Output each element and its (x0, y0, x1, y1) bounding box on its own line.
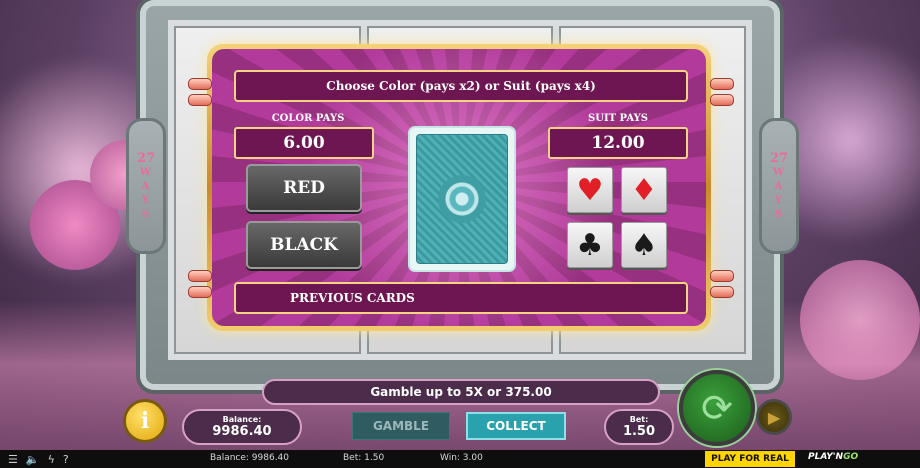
ways-indicator-left: 27 W A Y S (126, 118, 166, 254)
gamble-title: Choose Color (pays x2) or Suit (pays x4) (234, 70, 688, 102)
ways-count: 27 (769, 151, 789, 166)
ways-count: 27 (136, 151, 156, 166)
panel-stud (710, 286, 734, 298)
hearts-button[interactable]: ♥ (567, 167, 613, 213)
gamble-panel-inner: Choose Color (pays x2) or Suit (pays x4)… (212, 49, 706, 326)
spin-button[interactable]: ⟳ (679, 370, 755, 446)
diamonds-button[interactable]: ♦ (621, 167, 667, 213)
suit-pays-value: 12.00 (548, 127, 688, 159)
panel-stud (188, 94, 212, 106)
footer-win: Win: 3.00 (440, 453, 483, 463)
playngo-logo: PLAY'NGO (808, 452, 858, 462)
help-icon[interactable]: ? (63, 453, 69, 466)
card-back-pattern (416, 134, 508, 264)
panel-stud (188, 270, 212, 282)
sound-icon[interactable]: 🔈 (26, 453, 40, 466)
spades-button[interactable]: ♠ (621, 222, 667, 268)
ways-letter: Y (774, 195, 784, 206)
play-for-real-button[interactable]: PLAY FOR REAL (705, 451, 795, 467)
color-pays-value: 6.00 (234, 127, 374, 159)
panel-stud (710, 270, 734, 282)
balance-display: Balance: 9986.40 (182, 409, 302, 445)
bet-display[interactable]: Bet: 1.50 (604, 409, 674, 445)
balance-label: Balance: (222, 415, 262, 424)
play-icon: ▶ (767, 407, 781, 427)
card-back (408, 126, 516, 272)
logo-text: PLAY'N (808, 452, 844, 462)
panel-stud (710, 94, 734, 106)
footer-bar: ☰ 🔈 ϟ ? Balance: 9986.40 Bet: 1.50 Win: … (0, 450, 920, 468)
ways-letter: Y (141, 195, 151, 206)
ways-letter: A (774, 181, 784, 192)
clubs-button[interactable]: ♣ (567, 222, 613, 268)
panel-stud (188, 78, 212, 90)
gamble-panel: Choose Color (pays x2) or Suit (pays x4)… (207, 44, 711, 331)
color-pays-label: COLOR PAYS (271, 113, 345, 124)
ways-letter: W (772, 167, 786, 178)
ways-letter: A (141, 181, 151, 192)
menu-icon[interactable]: ☰ (8, 453, 18, 466)
panel-stud (188, 286, 212, 298)
panel-stud (710, 78, 734, 90)
card-rosette-icon (438, 175, 486, 223)
ways-letter: S (774, 209, 784, 220)
logo-go: GO (843, 452, 859, 462)
spin-arrows-icon: ⟳ (701, 386, 733, 430)
footer-balance: Balance: 9986.40 (210, 453, 290, 463)
autoplay-button[interactable]: ▶ (756, 399, 792, 435)
balance-value: 9986.40 (212, 424, 272, 439)
collect-button[interactable]: COLLECT (466, 412, 566, 440)
ways-indicator-right: 27 W A Y S (759, 118, 799, 254)
turbo-icon[interactable]: ϟ (48, 453, 55, 466)
gamble-limit-bar: Gamble up to 5X or 375.00 (262, 379, 660, 405)
suit-pays-label: SUIT PAYS (588, 113, 648, 124)
red-button[interactable]: RED (246, 164, 362, 212)
ways-letter: W (139, 167, 153, 178)
previous-cards-bar: PREVIOUS CARDS (234, 282, 688, 314)
info-icon[interactable]: i (123, 399, 167, 443)
gamble-button[interactable]: GAMBLE (352, 412, 450, 440)
bet-label: Bet: (629, 415, 649, 424)
footer-bet: Bet: 1.50 (343, 453, 385, 463)
ways-letter: S (141, 209, 151, 220)
black-button[interactable]: BLACK (246, 221, 362, 269)
bet-value: 1.50 (622, 424, 656, 439)
